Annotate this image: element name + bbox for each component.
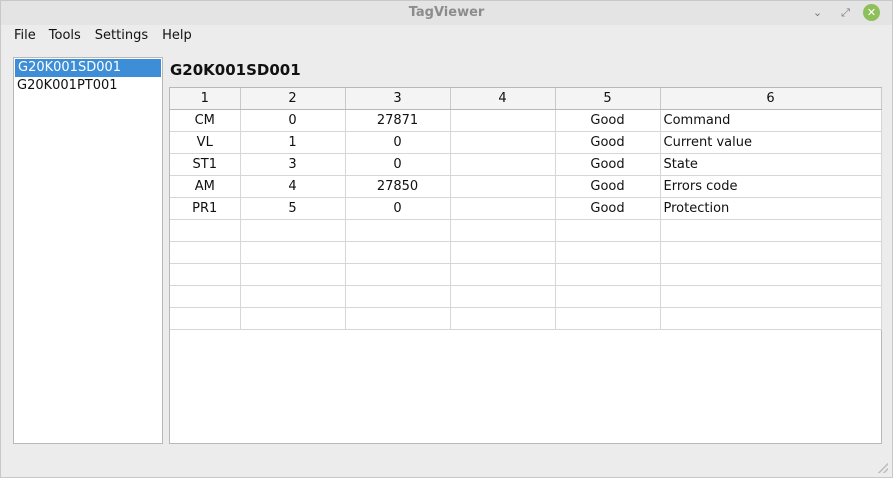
tag-table-frame: 123456 CM 0 27871 Good Command VL 1 0 Good Curren…: [169, 87, 882, 444]
table-cell[interactable]: [345, 219, 451, 242]
table-cell[interactable]: [240, 241, 346, 264]
table-row[interactable]: CM 0 27871 Good Command: [170, 109, 882, 132]
table-cell[interactable]: [450, 197, 556, 220]
table-cell[interactable]: 1: [240, 131, 346, 154]
table-cell[interactable]: [170, 219, 241, 242]
minimize-button[interactable]: ⌄: [809, 4, 826, 21]
table-cell[interactable]: Current value: [660, 131, 882, 154]
table-cell[interactable]: Good: [555, 197, 661, 220]
table-row[interactable]: ST1 3 0 Good State: [170, 153, 882, 176]
table-cell[interactable]: [345, 307, 451, 330]
column-header[interactable]: 3: [345, 88, 451, 110]
table-cell[interactable]: CM: [170, 109, 241, 132]
table-cell[interactable]: [240, 307, 346, 330]
menu-file[interactable]: File: [14, 25, 36, 47]
tag-table: 123456 CM 0 27871 Good Command VL 1 0 Good Curren…: [170, 88, 882, 330]
table-cell[interactable]: 4: [240, 175, 346, 198]
table-cell[interactable]: VL: [170, 131, 241, 154]
table-cell[interactable]: 27871: [345, 109, 451, 132]
table-cell[interactable]: Good: [555, 131, 661, 154]
table-cell[interactable]: [660, 219, 882, 242]
table-cell[interactable]: State: [660, 153, 882, 176]
table-cell[interactable]: [555, 263, 661, 286]
table-row[interactable]: AM 4 27850 Good Errors code: [170, 175, 882, 198]
current-tag-title: G20K001SD001: [170, 61, 301, 79]
table-cell[interactable]: [450, 109, 556, 132]
table-row[interactable]: [170, 263, 882, 286]
table-cell[interactable]: [660, 285, 882, 308]
table-cell[interactable]: [660, 307, 882, 330]
table-row[interactable]: VL 1 0 Good Current value: [170, 131, 882, 154]
table-cell[interactable]: [170, 241, 241, 264]
app-window: TagViewer ⌄ ⤢ ✕ File Tools Settings Help…: [0, 0, 893, 478]
table-cell[interactable]: [555, 307, 661, 330]
status-bar: [1, 453, 892, 477]
table-cell[interactable]: [450, 241, 556, 264]
table-cell[interactable]: [450, 131, 556, 154]
table-cell[interactable]: [345, 241, 451, 264]
table-cell[interactable]: Good: [555, 109, 661, 132]
maximize-button[interactable]: ⤢: [837, 4, 854, 21]
column-header[interactable]: 1: [170, 88, 241, 110]
table-cell[interactable]: 0: [345, 197, 451, 220]
column-header[interactable]: 6: [660, 88, 882, 110]
table-cell[interactable]: [345, 285, 451, 308]
table-cell[interactable]: 27850: [345, 175, 451, 198]
table-cell[interactable]: [345, 263, 451, 286]
table-cell[interactable]: Errors code: [660, 175, 882, 198]
table-cell[interactable]: 3: [240, 153, 346, 176]
table-cell[interactable]: [555, 241, 661, 264]
table-header-row: 123456: [170, 88, 882, 110]
table-cell[interactable]: Good: [555, 175, 661, 198]
tag-list-item[interactable]: G20K001SD001: [15, 59, 161, 77]
close-button[interactable]: ✕: [863, 4, 880, 21]
table-cell[interactable]: 0: [240, 109, 346, 132]
menu-settings[interactable]: Settings: [95, 25, 148, 47]
table-cell[interactable]: [170, 307, 241, 330]
column-header[interactable]: 2: [240, 88, 346, 110]
window-title: TagViewer: [408, 5, 485, 20]
column-header[interactable]: 5: [555, 88, 661, 110]
table-cell[interactable]: AM: [170, 175, 241, 198]
tag-list[interactable]: G20K001SD001 G20K001PT001: [13, 57, 163, 444]
menu-tools[interactable]: Tools: [49, 25, 81, 47]
table-cell[interactable]: [660, 263, 882, 286]
title-bar[interactable]: TagViewer ⌄ ⤢ ✕: [1, 1, 892, 25]
table-cell[interactable]: [450, 263, 556, 286]
table-cell[interactable]: [660, 241, 882, 264]
table-row[interactable]: PR1 5 0 Good Protection: [170, 197, 882, 220]
table-row[interactable]: [170, 219, 882, 242]
table-cell[interactable]: Good: [555, 153, 661, 176]
table-cell[interactable]: [240, 263, 346, 286]
table-cell[interactable]: 0: [345, 131, 451, 154]
table-body: CM 0 27871 Good Command VL 1 0 Good Current value…: [170, 109, 882, 330]
table-cell[interactable]: [450, 219, 556, 242]
resize-grip-icon[interactable]: [878, 463, 888, 473]
table-cell[interactable]: [170, 263, 241, 286]
menu-help[interactable]: Help: [162, 25, 192, 47]
table-cell[interactable]: [240, 219, 346, 242]
table-row[interactable]: [170, 307, 882, 330]
table-cell[interactable]: [450, 285, 556, 308]
menu-bar: File Tools Settings Help: [1, 25, 892, 47]
table-cell[interactable]: [450, 175, 556, 198]
table-row[interactable]: [170, 285, 882, 308]
table-cell[interactable]: Command: [660, 109, 882, 132]
table-cell[interactable]: [555, 219, 661, 242]
column-header[interactable]: 4: [450, 88, 556, 110]
table-cell[interactable]: [555, 285, 661, 308]
table-cell[interactable]: Protection: [660, 197, 882, 220]
table-cell[interactable]: [450, 307, 556, 330]
table-cell[interactable]: 5: [240, 197, 346, 220]
tag-list-item[interactable]: G20K001PT001: [14, 77, 162, 95]
table-cell[interactable]: ST1: [170, 153, 241, 176]
table-row[interactable]: [170, 241, 882, 264]
table-cell[interactable]: 0: [345, 153, 451, 176]
table-cell[interactable]: [240, 285, 346, 308]
table-cell[interactable]: PR1: [170, 197, 241, 220]
table-cell[interactable]: [170, 285, 241, 308]
table-cell[interactable]: [450, 153, 556, 176]
